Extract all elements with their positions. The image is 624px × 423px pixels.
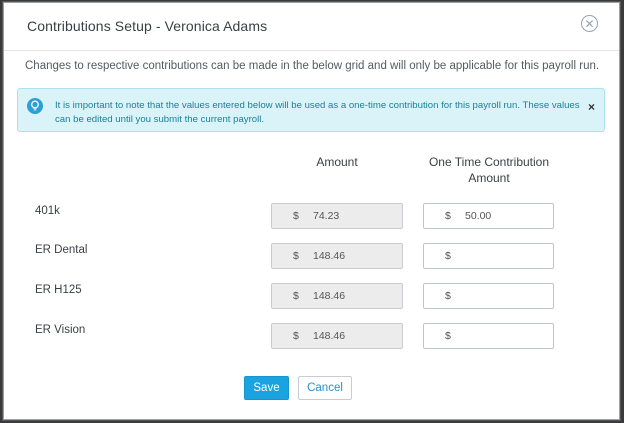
currency-symbol: $ <box>445 290 451 302</box>
amount-value: 148.46 <box>313 290 346 302</box>
currency-symbol: $ <box>293 210 299 222</box>
save-button[interactable]: Save <box>244 376 289 400</box>
lightbulb-icon <box>27 98 43 114</box>
one-time-input-er-h125[interactable]: $ <box>423 283 554 309</box>
currency-symbol: $ <box>445 210 451 222</box>
amount-column-header: Amount <box>316 155 358 169</box>
dialog-header: Contributions Setup - Veronica Adams ✕ <box>4 3 619 51</box>
currency-symbol: $ <box>445 250 451 262</box>
amount-value: 74.23 <box>313 210 340 222</box>
currency-symbol: $ <box>293 290 299 302</box>
amount-field-er-vision: $ 148.46 <box>271 323 403 349</box>
row-label-er-h125: ER H125 <box>35 284 82 296</box>
dialog-title: Contributions Setup - Veronica Adams <box>27 18 268 34</box>
alert-close-icon[interactable]: × <box>588 100 595 114</box>
one-time-column-header: One Time Contribution Amount <box>428 155 550 185</box>
currency-symbol: $ <box>445 330 451 342</box>
row-label-er-vision: ER Vision <box>35 324 86 336</box>
row-label-401k: 401k <box>35 205 60 217</box>
amount-value: 148.46 <box>313 330 346 342</box>
dialog-description: Changes to respective contributions can … <box>25 60 600 72</box>
amount-field-401k: $ 74.23 <box>271 203 403 229</box>
amount-value: 148.46 <box>313 250 346 262</box>
one-time-input-401k[interactable]: $ 50.00 <box>423 203 554 229</box>
amount-field-er-h125: $ 148.46 <box>271 283 403 309</box>
contributions-dialog: Contributions Setup - Veronica Adams ✕ C… <box>3 2 620 420</box>
one-time-input-er-vision[interactable]: $ <box>423 323 554 349</box>
alert-message: It is important to note that the values … <box>55 100 580 125</box>
currency-symbol: $ <box>293 250 299 262</box>
one-time-input-er-dental[interactable]: $ <box>423 243 554 269</box>
one-time-value: 50.00 <box>465 210 492 222</box>
cancel-button[interactable]: Cancel <box>298 376 352 400</box>
currency-symbol: $ <box>293 330 299 342</box>
amount-field-er-dental: $ 148.46 <box>271 243 403 269</box>
info-alert: It is important to note that the values … <box>17 88 605 132</box>
close-icon[interactable]: ✕ <box>581 15 598 32</box>
row-label-er-dental: ER Dental <box>35 244 88 256</box>
